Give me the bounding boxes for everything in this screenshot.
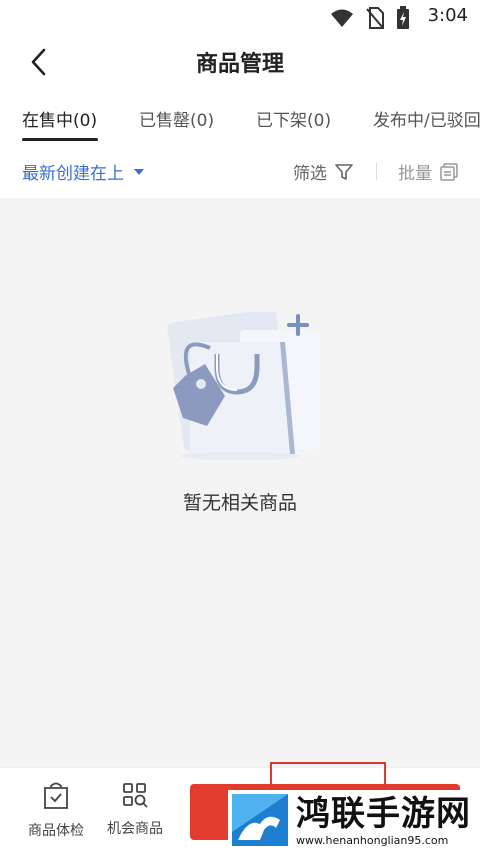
watermark-title: 鸿联手游网 — [296, 793, 471, 834]
batch-icon — [440, 162, 458, 181]
product-check-button[interactable]: 商品体检 — [16, 782, 96, 840]
caret-down-icon — [134, 168, 144, 175]
status-bar: 3:04 — [0, 0, 480, 34]
active-tab-indicator — [22, 138, 98, 141]
opportunity-products-button[interactable]: 机会商品 — [95, 782, 175, 838]
status-time: 3:04 — [427, 5, 468, 26]
sort-dropdown[interactable]: 最新创建在上 — [22, 159, 144, 184]
filter-button[interactable]: 筛选 — [293, 159, 353, 184]
batch-button[interactable]: 批量 — [398, 159, 458, 184]
sort-label: 最新创建在上 — [22, 164, 124, 184]
status-tabs: 在售中(0) 已售罄(0) 已下架(0) 发布中/已驳回 — [0, 90, 480, 145]
filter-label: 筛选 — [293, 164, 327, 184]
app-header: 商品管理 — [0, 34, 480, 90]
watermark-logo-icon — [232, 794, 288, 846]
opportunity-products-label: 机会商品 — [107, 821, 163, 837]
status-icons — [330, 6, 410, 30]
watermark-text: 鸿联手游网 www.henanhonglian95.com — [296, 794, 471, 847]
highlight-outline — [270, 762, 386, 792]
empty-state-text: 暂无相关商品 — [182, 492, 297, 514]
grid-search-icon — [123, 783, 148, 808]
wifi-icon — [331, 9, 353, 27]
product-check-label: 商品体检 — [28, 823, 84, 839]
batch-label: 批量 — [398, 164, 432, 184]
divider — [376, 162, 377, 180]
filter-bar: 最新创建在上 筛选 批量 — [0, 144, 480, 198]
tab-delisted[interactable]: 已下架(0) — [256, 106, 331, 131]
tab-sold-out[interactable]: 已售罄(0) — [139, 106, 214, 131]
tab-on-sale[interactable]: 在售中(0) — [22, 106, 97, 131]
watermark-url: www.henanhonglian95.com — [296, 833, 449, 847]
tab-publishing-rejected[interactable]: 发布中/已驳回 — [373, 106, 480, 131]
shopping-bag-check-icon — [44, 782, 68, 809]
empty-bag-illustration — [167, 312, 320, 460]
no-sim-icon — [366, 7, 384, 29]
funnel-icon — [335, 163, 353, 180]
watermark: 鸿联手游网 www.henanhonglian95.com — [228, 790, 474, 850]
battery-charging-icon — [397, 6, 409, 29]
page-title: 商品管理 — [195, 52, 284, 77]
